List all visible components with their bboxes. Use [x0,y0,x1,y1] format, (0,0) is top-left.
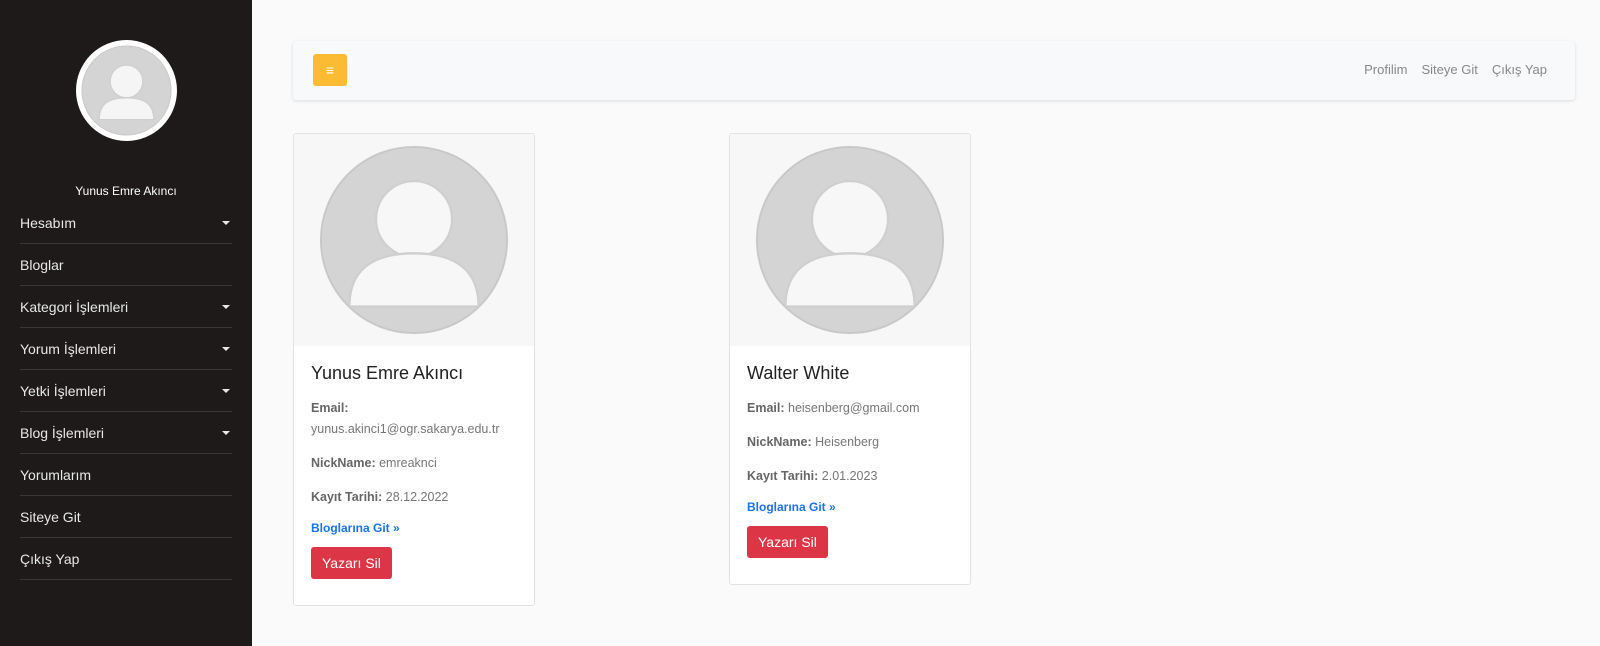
sidebar-item-hesabim[interactable]: Hesabım [20,202,232,244]
author-card-body: Walter White Email: heisenberg@gmail.com… [730,346,970,558]
author-nickname: NickName: emreaknci [311,456,437,470]
author-avatar [294,134,534,346]
author-card: Yunus Emre Akıncı Email: yunus.akinci1@og… [293,133,535,606]
nav-link-profilim[interactable]: Profilim [1364,62,1407,77]
nav-link-siteye-git[interactable]: Siteye Git [1421,62,1477,77]
sidebar-item-bloglar[interactable]: Bloglar [20,244,232,286]
sidebar-item-label: Yetki İşlemleri [20,382,106,399]
author-reg-date: Kayıt Tarihi: 28.12.2022 [311,490,449,504]
sidebar-item-label: Blog İşlemleri [20,424,105,441]
caret-down-icon [222,388,230,393]
author-blogs-link[interactable]: Bloglarına Git » [311,521,517,535]
user-avatar-icon [319,145,509,335]
user-avatar-icon [755,145,945,335]
caret-down-icon [222,430,230,435]
sidebar-item-yorumlarim[interactable]: Yorumlarım [20,454,232,496]
sidebar-item-label: Kategori İşlemleri [20,298,129,315]
caret-down-icon [222,346,230,351]
delete-author-button[interactable]: Yazarı Sil [747,526,828,558]
sidebar-item-label: Çıkış Yap [20,550,80,567]
sidebar-item-label: Hesabım [20,214,77,231]
sidebar-item-siteye-git[interactable]: Siteye Git [20,496,232,538]
menu-toggle-button[interactable]: ≡ [313,54,347,86]
sidebar-item-yorum[interactable]: Yorum İşlemleri [20,328,232,370]
sidebar: Yunus Emre Akıncı Hesabım Bloglar Katego… [0,0,252,646]
top-nav-links: Profilim Siteye Git Çıkış Yap [1364,62,1547,77]
sidebar-avatar [76,40,177,141]
author-name: Walter White [747,363,850,383]
top-navbar: ≡ Profilim Siteye Git Çıkış Yap [293,41,1575,100]
sidebar-item-label: Bloglar [20,256,64,273]
sidebar-item-cikis[interactable]: Çıkış Yap [20,538,232,580]
author-email: Email: heisenberg@gmail.com [747,401,920,415]
user-avatar-icon [81,45,172,136]
nav-link-cikis-yap[interactable]: Çıkış Yap [1492,62,1547,77]
sidebar-item-label: Yorumlarım [20,466,92,483]
author-card: Walter White Email: heisenberg@gmail.com… [729,133,971,585]
caret-down-icon [222,304,230,309]
author-blogs-link[interactable]: Bloglarına Git » [747,500,953,514]
sidebar-item-label: Siteye Git [20,508,81,525]
delete-author-button[interactable]: Yazarı Sil [311,547,392,579]
author-avatar [730,134,970,346]
sidebar-user-name: Yunus Emre Akıncı [75,184,177,198]
author-name: Yunus Emre Akıncı [311,363,464,383]
sidebar-item-blog[interactable]: Blog İşlemleri [20,412,232,454]
sidebar-item-label: Yorum İşlemleri [20,340,116,357]
sidebar-item-kategori[interactable]: Kategori İşlemleri [20,286,232,328]
author-email: Email: yunus.akinci1@ogr.sakarya.edu.tr [311,401,500,436]
caret-down-icon [222,220,230,225]
author-card-body: Yunus Emre Akıncı Email: yunus.akinci1@og… [294,346,534,579]
author-nickname: NickName: Heisenberg [747,435,880,449]
sidebar-item-yetki[interactable]: Yetki İşlemleri [20,370,232,412]
sidebar-menu: Hesabım Bloglar Kategori İşlemleri Yorum… [20,202,232,580]
hamburger-icon: ≡ [325,62,335,78]
author-reg-date: Kayıt Tarihi: 2.01.2023 [747,469,878,483]
